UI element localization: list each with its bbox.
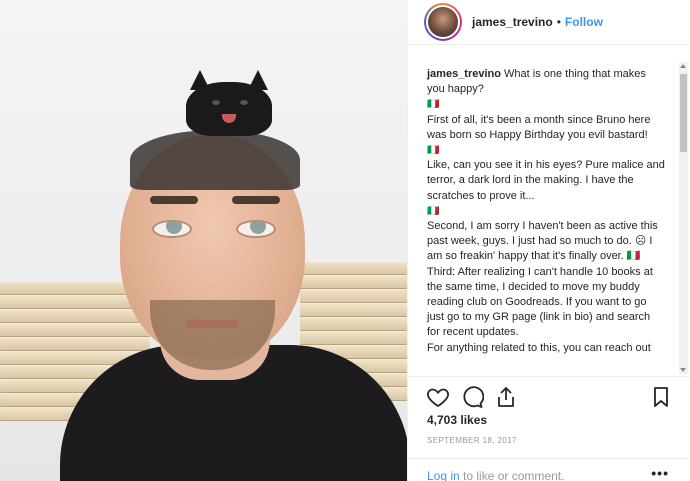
caption-flag-2: 🇮🇹 (427, 145, 439, 157)
caption-username[interactable]: james_trevino (427, 68, 501, 80)
scroll-up-arrow-icon[interactable] (680, 64, 686, 68)
bookmark-icon[interactable] (649, 385, 673, 409)
mouth (186, 320, 238, 328)
right-eyebrow (232, 196, 280, 204)
heart-icon[interactable] (426, 385, 450, 409)
caption-scrollbar[interactable] (679, 62, 688, 374)
header-username[interactable]: james_trevino (472, 15, 553, 29)
caption-line-1: james_trevino What is one thing that mak… (427, 67, 665, 97)
comment-footer: Log in to like or comment. ••• (408, 458, 690, 481)
right-eye (236, 220, 276, 238)
caption-area[interactable]: james_trevino What is one thing that mak… (408, 45, 690, 376)
post-date: SEPTEMBER 18, 2017 (427, 436, 517, 445)
more-options-button[interactable]: ••• (651, 465, 669, 481)
likes-count[interactable]: 4,703 likes (427, 413, 487, 427)
login-prompt: Log in to like or comment. (427, 469, 564, 481)
caption-text-4: Second, I am sorry I haven't been as act… (427, 220, 658, 263)
post-header: james_trevino • Follow (408, 0, 690, 45)
login-rest-text: to like or comment. (459, 469, 565, 481)
separator-dot: • (556, 15, 561, 29)
hair (130, 130, 300, 190)
post-photo (0, 0, 407, 481)
scroll-down-arrow-icon[interactable] (680, 368, 686, 372)
caption-text-2: First of all, it's been a month since Br… (427, 113, 651, 141)
comment-icon[interactable] (460, 385, 485, 409)
caption-text-3: Like, can you see it in his eyes? Pure m… (427, 159, 665, 202)
login-link[interactable]: Log in (427, 469, 460, 481)
action-bar (408, 376, 690, 416)
caption-flag-3: 🇮🇹 (427, 205, 439, 217)
caption-text-6: For anything related to this, you can re… (427, 341, 651, 354)
follow-button[interactable]: Follow (565, 15, 603, 29)
caption-flag-1: 🇮🇹 (427, 99, 439, 111)
scroll-thumb[interactable] (680, 74, 687, 152)
left-eye (152, 220, 192, 238)
avatar[interactable] (424, 3, 462, 41)
post-panel: james_trevino • Follow james_trevino Wha… (407, 0, 690, 481)
left-eyebrow (150, 196, 198, 204)
caption-text-5: Third: After realizing I can't handle 10… (427, 265, 653, 339)
share-icon[interactable] (494, 385, 518, 409)
kitten (186, 62, 272, 136)
